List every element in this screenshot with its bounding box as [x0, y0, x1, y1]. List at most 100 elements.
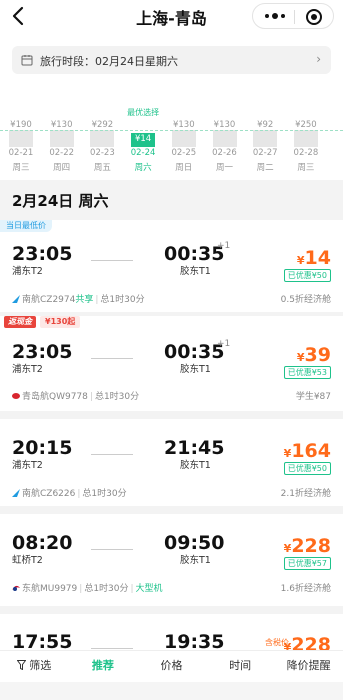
- cabin-class: 0.5折经济舱: [280, 295, 331, 305]
- cashback-amount-tag: ¥130起: [40, 316, 81, 328]
- date-price-item-02-22[interactable]: ¥130 02-22 周四: [43, 103, 81, 173]
- date-price: ¥292: [91, 120, 114, 130]
- departure-airport: 浦东T2: [12, 266, 43, 277]
- price-value: 228: [291, 535, 331, 557]
- weekday-label: 周一: [215, 163, 233, 173]
- card-separator: [0, 606, 343, 614]
- divider: |: [130, 584, 134, 594]
- date-price: ¥130: [172, 120, 195, 130]
- airline-info: 南航CZ2974共享 | 总1时30分: [12, 292, 145, 305]
- flight-number: 青岛航QW9778: [22, 392, 88, 402]
- discount-badge: 已优惠¥50: [283, 462, 331, 475]
- arrival-time: 00:35: [164, 243, 225, 265]
- card-separator: [0, 506, 343, 514]
- capsule-divider: [294, 10, 295, 24]
- route-line: [91, 358, 133, 359]
- flight-card[interactable]: 08:20 09:50 虹桥T2 胶东T1 ¥228 已优惠¥57 东航MU99…: [0, 514, 343, 612]
- discount-badge: 已优惠¥57: [283, 557, 331, 570]
- date-label: 02-26: [212, 148, 237, 158]
- weekday-label: 周四: [53, 163, 71, 173]
- student-price: 学生¥87: [295, 392, 331, 402]
- departure-airport: 浦东T2: [12, 460, 43, 471]
- date-label: 02-28: [293, 148, 319, 158]
- price-value: 14: [304, 247, 331, 269]
- airline-info: 东航MU9979 | 总1时30分 | 大型机: [12, 581, 163, 594]
- departure-time: 08:20: [12, 532, 73, 554]
- date-label: 02-21: [8, 148, 34, 158]
- flight-duration: 总1时30分: [100, 295, 145, 305]
- cashback-tag: 返现金: [4, 316, 36, 328]
- price-level-bar: [90, 130, 115, 147]
- date-price-item-02-25[interactable]: ¥130 02-25 周日: [165, 103, 203, 173]
- date-price-item-02-23[interactable]: ¥292 02-23 周五: [83, 103, 121, 173]
- qingdao-airlines-logo-icon: [12, 393, 20, 399]
- weekday-label: 周六: [134, 163, 152, 173]
- discount-badge: 已优惠¥53: [283, 366, 331, 379]
- cabin-class: 2.1折经济舱: [280, 489, 331, 499]
- date-price-strip: ¥190 02-21 周三 ¥130 02-22 周四 ¥292 02-23 周五 最优选择 ¥14…: [0, 103, 343, 173]
- price-level-bar: [49, 130, 74, 147]
- arrival-airport: 胶东T1: [180, 460, 211, 471]
- date-label: 02-24: [130, 148, 156, 158]
- price-alert-tab[interactable]: 降价提醒: [274, 651, 343, 682]
- airline-info: 青岛航QW9778 | 总1时30分: [12, 389, 139, 402]
- recommend-tab[interactable]: 推荐: [69, 651, 138, 682]
- more-icon[interactable]: [265, 13, 285, 19]
- china-southern-logo-icon: [12, 295, 20, 303]
- currency-symbol: ¥: [296, 254, 305, 267]
- flight-card[interactable]: 17:55 19:35 含税价 ¥228: [0, 614, 343, 654]
- date-price-item-02-24[interactable]: 最优选择 ¥14 02-24 周六: [124, 103, 162, 173]
- filter-tab-label: 筛选: [29, 659, 52, 672]
- date-price-item-02-28[interactable]: ¥250 02-28 周三: [287, 103, 325, 173]
- route-line: [91, 549, 133, 550]
- china-eastern-logo-icon: [12, 585, 20, 591]
- flight-number: 南航CZ2974: [22, 295, 76, 305]
- date-price: ¥250: [295, 120, 317, 130]
- flight-price: ¥14: [297, 247, 331, 269]
- calendar-icon: [21, 55, 33, 66]
- next-day-mark: +1: [217, 339, 231, 349]
- price-level-bar: [253, 130, 278, 147]
- close-target-icon[interactable]: [306, 9, 322, 25]
- route-line: [91, 454, 133, 455]
- time-sort-tab[interactable]: 时间: [206, 651, 275, 682]
- date-price: ¥130: [50, 120, 73, 130]
- weekday-label: 周五: [93, 163, 111, 173]
- nav-bar: 上海-青岛: [0, 0, 343, 34]
- discount-badge: 已优惠¥50: [283, 269, 331, 282]
- system-bottom-bar: [0, 682, 343, 700]
- best-choice-label: 最优选择: [127, 108, 160, 117]
- list-date-title: 2月24日 周六: [12, 192, 109, 210]
- miniprogram-capsule: [252, 3, 334, 29]
- filter-tab[interactable]: 筛选: [0, 651, 69, 682]
- filter-funnel-icon: [17, 660, 27, 670]
- travel-period-text: 旅行时段：02月24日星期六: [40, 53, 178, 69]
- flight-card[interactable]: 返现金 ¥130起 23:05 00:35 +1 浦东T2 胶东T1 ¥39 已…: [0, 316, 343, 420]
- arrival-airport: 胶东T1: [180, 266, 211, 277]
- lowest-price-tag: 当日最低价: [0, 220, 52, 232]
- flight-card[interactable]: 当日最低价 23:05 00:35 +1 浦东T2 胶东T1 ¥14 已优惠¥5…: [0, 220, 343, 316]
- flight-duration: 总1时30分: [84, 584, 129, 594]
- date-price-item-02-21[interactable]: ¥190 02-21 周三: [2, 103, 40, 173]
- chevron-right-icon: ›: [316, 52, 321, 66]
- cabin-class: 1.6折经济舱: [280, 584, 331, 594]
- date-price: ¥190: [10, 120, 32, 130]
- price-level-bar: [293, 130, 318, 147]
- weekday-label: 周二: [256, 163, 274, 173]
- departure-time: 20:15: [12, 437, 73, 459]
- date-price-item-02-26[interactable]: ¥130 02-26 周一: [206, 103, 244, 173]
- date-price-item-02-27[interactable]: ¥92 02-27 周二: [246, 103, 284, 173]
- travel-period-selector[interactable]: 旅行时段：02月24日星期六 ›: [12, 46, 331, 74]
- departure-airport: 浦东T2: [12, 364, 43, 375]
- codeshare-label: 共享: [75, 295, 94, 305]
- flight-price: ¥228: [284, 535, 331, 557]
- flight-card[interactable]: 20:15 21:45 浦东T2 胶东T1 ¥164 已优惠¥50 南航CZ62…: [0, 419, 343, 511]
- arrival-time: 00:35: [164, 341, 225, 363]
- date-price: ¥92: [257, 120, 274, 130]
- date-label: 02-23: [90, 148, 115, 158]
- divider: |: [95, 295, 99, 305]
- weekday-label: 周日: [175, 163, 193, 173]
- price-sort-tab[interactable]: 价格: [137, 651, 206, 682]
- flight-number: 东航MU9979: [22, 584, 78, 594]
- flight-duration: 总1时30分: [82, 489, 127, 499]
